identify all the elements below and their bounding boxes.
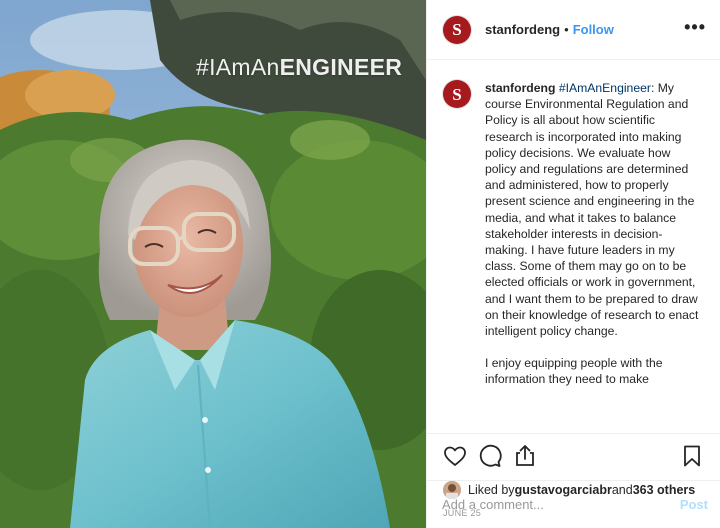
comment-icon[interactable] [478,444,502,468]
bookmark-icon[interactable] [680,444,704,468]
post-sidebar: S stanfordeng • Follow ••• S stanfordeng… [426,0,720,528]
caption-paragraph-1: stanfordeng #IAmAnEngineer: My course En… [485,80,704,339]
heart-icon[interactable] [443,444,467,468]
hashtag-overlay: #IAmAnENGINEER [196,54,402,81]
caption-username[interactable]: stanfordeng [485,81,555,95]
stanford-logo-icon: S [452,20,462,39]
more-options-icon[interactable]: ••• [684,18,706,42]
post-comment-button[interactable]: Post [680,497,708,512]
overlay-prefix: #IAmAn [196,54,280,80]
header-username[interactable]: stanfordeng [485,22,560,37]
comment-input[interactable] [442,497,680,512]
action-bar [443,434,704,478]
instagram-post: #IAmAnENGINEER S stanfordeng • Follow ••… [0,0,720,528]
caption-hashtag[interactable]: #IAmAnEngineer [559,81,651,95]
add-comment-bar: Post [427,480,720,528]
comments-section[interactable]: S stanfordeng #IAmAnEngineer: My course … [427,60,720,433]
post-photo[interactable]: #IAmAnENGINEER [0,0,426,528]
caption-avatar[interactable]: S [443,80,471,108]
separator-dot: • [564,22,569,37]
overlay-bold: ENGINEER [279,54,403,80]
caption-text-1: : My course Environmental Regulation and… [485,81,699,339]
post-caption: stanfordeng #IAmAnEngineer: My course En… [485,80,704,433]
post-header: S stanfordeng • Follow ••• [427,0,720,60]
caption-paragraph-2: I enjoy equipping people with the inform… [485,356,663,387]
follow-button[interactable]: Follow [573,22,614,37]
stanford-logo-icon: S [452,84,462,104]
avatar[interactable]: S [443,15,471,44]
share-icon[interactable] [513,444,537,468]
